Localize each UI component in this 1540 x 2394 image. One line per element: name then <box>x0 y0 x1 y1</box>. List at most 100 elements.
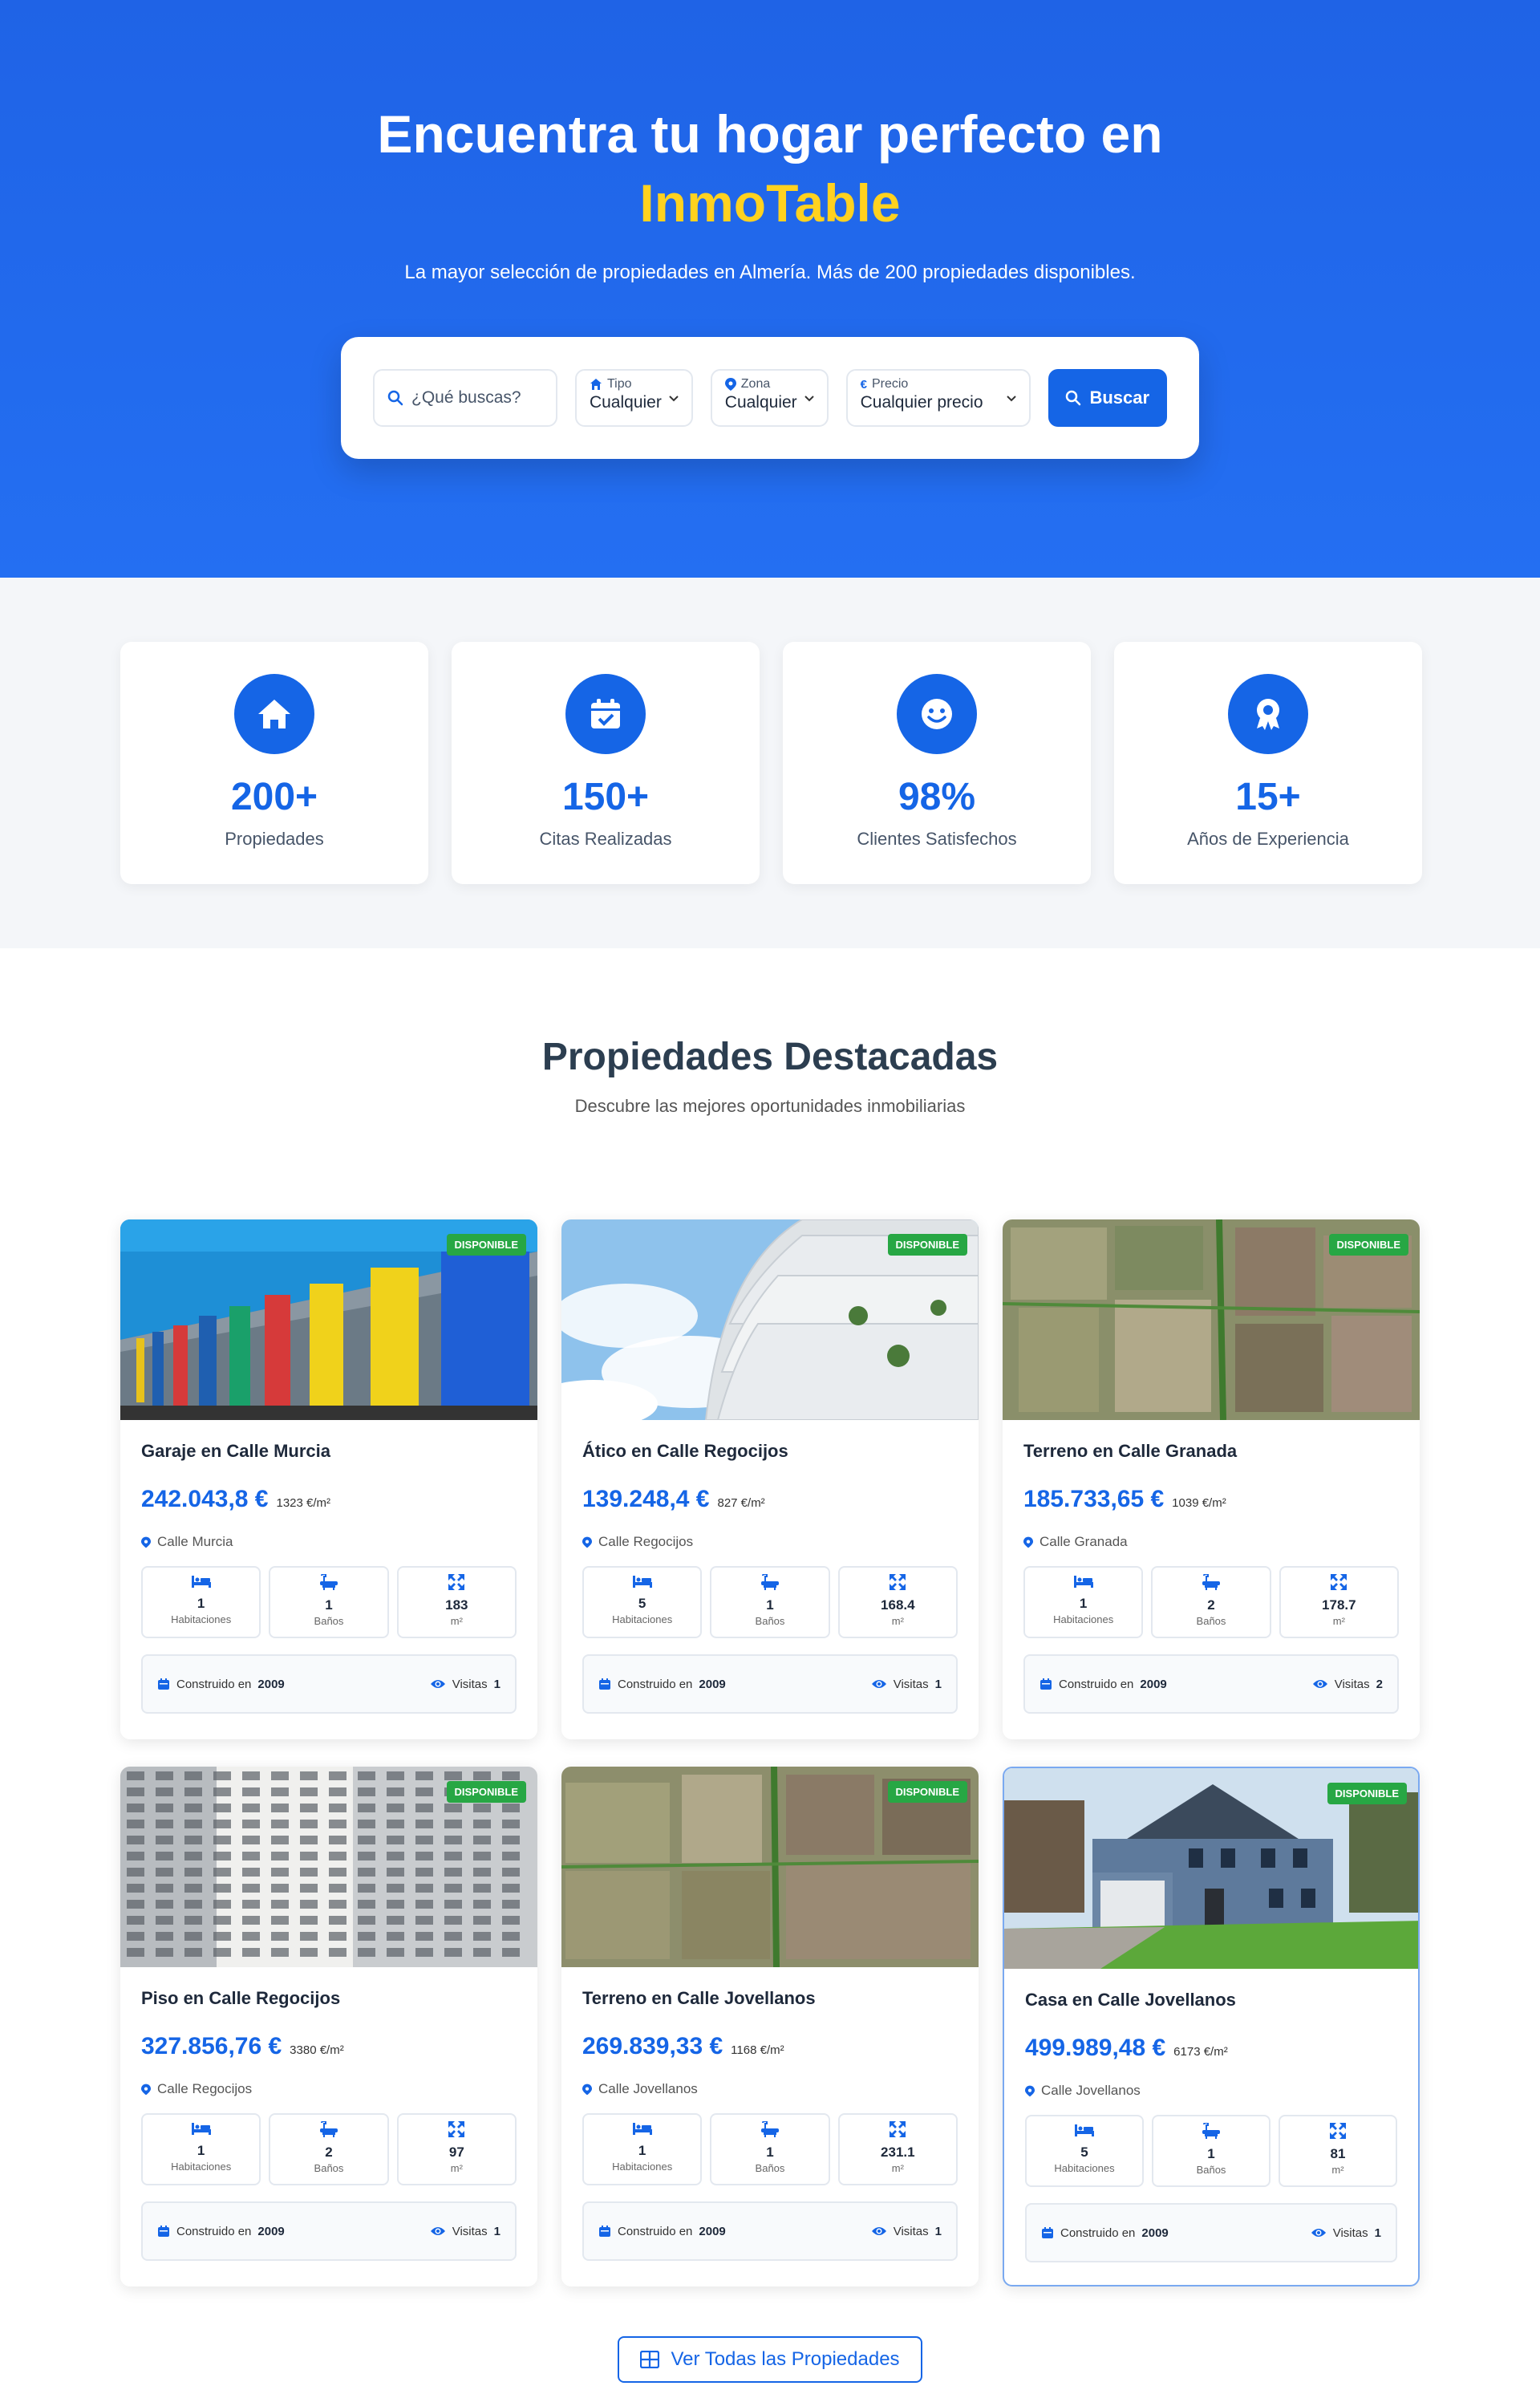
baths-value: 1 <box>766 2144 774 2160</box>
view-all-button[interactable]: Ver Todas las Propiedades <box>618 2336 922 2383</box>
zona-select[interactable]: Zona Cualquier <box>710 369 829 427</box>
rooms-value: 5 <box>638 1596 646 1611</box>
visits-value: 1 <box>493 2224 500 2238</box>
property-card[interactable]: DISPONIBLE Ático en Calle Regocijos 139.… <box>561 1219 979 1739</box>
visits: Visitas 1 <box>430 2225 500 2238</box>
map-pin-icon <box>141 1536 151 1548</box>
property-title[interactable]: Ático en Calle Regocijos <box>582 1441 958 1462</box>
feature-rooms: 1 Habitaciones <box>582 2113 703 2185</box>
feature-rooms: 5 Habitaciones <box>582 1566 703 1638</box>
search-placeholder: ¿Qué buscas? <box>411 388 521 407</box>
feature-area: 97 m² <box>396 2113 517 2185</box>
hero-title-text: Encuentra tu hogar perfecto en <box>377 104 1163 164</box>
bath-icon <box>319 1573 338 1590</box>
rooms-value: 1 <box>1079 1596 1088 1611</box>
feature-area: 81 m² <box>1279 2115 1397 2187</box>
property-price: 269.839,33 € <box>582 2033 723 2059</box>
rooms-value: 5 <box>1080 2144 1088 2160</box>
property-card[interactable]: DISPONIBLE Terreno en Calle Granada 185.… <box>1003 1219 1420 1739</box>
baths-label: Baños <box>314 2162 344 2174</box>
property-meta: Construido en 2009 Visitas 1 <box>582 2201 958 2261</box>
visits-label: Visitas <box>452 2224 488 2238</box>
precio-select[interactable]: € Precio Cualquier precio <box>845 369 1031 427</box>
feature-rooms: 1 Habitaciones <box>1023 1566 1144 1638</box>
property-image[interactable]: DISPONIBLE <box>120 1767 537 1967</box>
search-input[interactable]: ¿Qué buscas? <box>373 369 557 427</box>
view-all-label: Ver Todas las Propiedades <box>671 2348 900 2370</box>
built-year: Construido en 2009 <box>598 2225 726 2238</box>
area-value: 168.4 <box>881 1597 915 1613</box>
hero-section: Encuentra tu hogar perfecto en InmoTable… <box>0 0 1540 578</box>
area-label: m² <box>891 2162 904 2174</box>
area-value: 231.1 <box>881 2144 915 2160</box>
visits: Visitas 1 <box>430 1678 500 1691</box>
property-price: 327.856,76 € <box>141 2033 282 2059</box>
stats-section: 200+ Propiedades 150+ Citas Realizadas 9… <box>0 578 1540 948</box>
property-card[interactable]: DISPONIBLE Casa en Calle Jovellanos 499.… <box>1003 1767 1420 2286</box>
property-title[interactable]: Garaje en Calle Murcia <box>141 1441 517 1462</box>
grid-icon <box>640 2351 660 2368</box>
tipo-select[interactable]: Tipo Cualquier <box>574 369 693 427</box>
visits-value: 1 <box>1374 2226 1381 2240</box>
visits-label: Visitas <box>1334 1677 1370 1691</box>
property-card[interactable]: DISPONIBLE Terreno en Calle Jovellanos 2… <box>561 1767 979 2286</box>
map-pin-icon <box>582 2084 592 2095</box>
visits-value: 2 <box>1376 1677 1383 1691</box>
property-features: 1 Habitaciones 1 Baños 183 m² <box>141 1566 517 1638</box>
status-badge: DISPONIBLE <box>1328 1234 1408 1256</box>
rooms-label: Habitaciones <box>612 2161 673 2173</box>
built-value: 2009 <box>1140 1677 1167 1691</box>
section-title: Propiedades Destacadas <box>541 1036 999 1078</box>
property-image[interactable]: DISPONIBLE <box>1004 1768 1418 1969</box>
property-card[interactable]: DISPONIBLE Piso en Calle Regocijos 327.8… <box>120 1767 537 2286</box>
expand-icon <box>1331 1574 1348 1590</box>
bed-icon <box>191 2123 211 2135</box>
built-label: Construido en <box>176 1677 252 1691</box>
baths-label: Baños <box>755 2162 785 2174</box>
built-label: Construido en <box>1060 2226 1136 2240</box>
property-features: 1 Habitaciones 2 Baños 178.7 m² <box>1023 1566 1399 1638</box>
status-badge: DISPONIBLE <box>446 1234 526 1256</box>
built-value: 2009 <box>699 2224 726 2238</box>
search-button[interactable]: Buscar <box>1048 369 1167 427</box>
property-card[interactable]: DISPONIBLE Garaje en Calle Murcia 242.04… <box>120 1219 537 1739</box>
stat-label: Propiedades <box>225 829 324 849</box>
stat-card: 150+ Citas Realizadas <box>452 642 760 884</box>
area-label: m² <box>891 1615 904 1627</box>
area-value: 178.7 <box>1322 1597 1356 1613</box>
property-address: Calle Regocijos <box>141 2081 517 2097</box>
feature-area: 178.7 m² <box>1279 1566 1399 1638</box>
map-pin-icon <box>724 378 736 391</box>
stat-value: 150+ <box>561 776 650 818</box>
built-value: 2009 <box>1141 2226 1169 2240</box>
stat-card: 98% Clientes Satisfechos <box>783 642 1091 884</box>
stat-card: 200+ Propiedades <box>120 642 428 884</box>
euro-icon: € <box>860 377 867 392</box>
rooms-value: 1 <box>197 2143 205 2158</box>
property-price: 185.733,65 € <box>1023 1486 1165 1512</box>
section-subtitle: Descubre las mejores oportunidades inmob… <box>574 1096 966 1116</box>
calendar-icon <box>158 1678 169 1690</box>
tipo-label: Tipo <box>606 377 632 391</box>
property-image[interactable]: DISPONIBLE <box>120 1219 537 1420</box>
property-title[interactable]: Terreno en Calle Granada <box>1023 1441 1399 1462</box>
visits: Visitas 1 <box>871 2225 942 2238</box>
property-image[interactable]: DISPONIBLE <box>561 1767 979 1967</box>
feature-rooms: 1 Habitaciones <box>141 2113 261 2185</box>
baths-value: 1 <box>325 1597 333 1613</box>
chevron-down-icon <box>669 396 679 402</box>
property-image[interactable]: DISPONIBLE <box>1003 1219 1420 1420</box>
property-title[interactable]: Terreno en Calle Jovellanos <box>582 1988 958 2009</box>
baths-label: Baños <box>1196 1615 1226 1627</box>
visits: Visitas 1 <box>871 1678 942 1691</box>
property-title[interactable]: Piso en Calle Regocijos <box>141 1988 517 2009</box>
search-box: ¿Qué buscas? Tipo Cualquier Zona Cualqui… <box>341 337 1199 459</box>
property-image[interactable]: DISPONIBLE <box>561 1219 979 1420</box>
area-label: m² <box>1331 2164 1344 2176</box>
area-label: m² <box>450 1615 463 1627</box>
built-value: 2009 <box>699 1677 726 1691</box>
price-per-m2: 6173 €/m² <box>1173 2045 1228 2059</box>
eye-icon <box>1311 2229 1326 2237</box>
property-title[interactable]: Casa en Calle Jovellanos <box>1025 1990 1397 2011</box>
stat-value: 15+ <box>1235 776 1301 818</box>
